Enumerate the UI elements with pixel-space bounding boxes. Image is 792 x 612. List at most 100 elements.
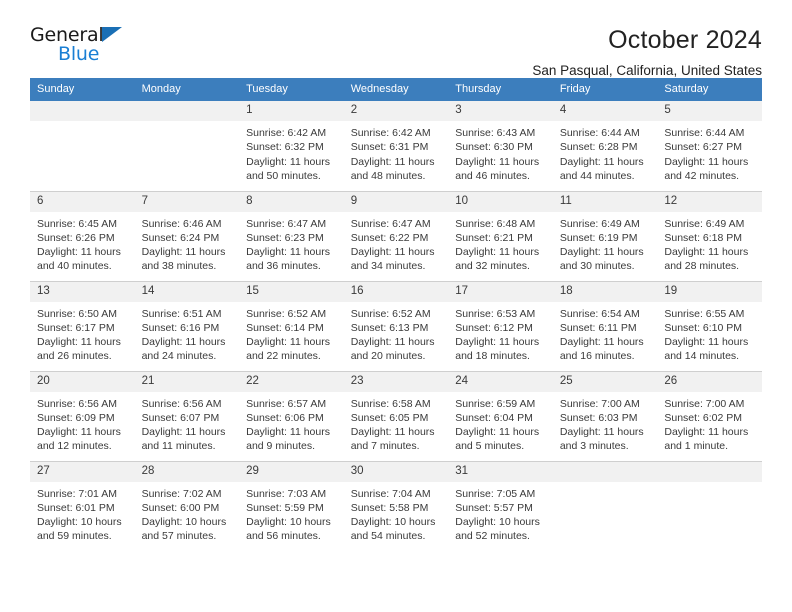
calendar-cell-day[interactable]: 3 Sunrise: 6:43 AM Sunset: 6:30 PM Daylight… (448, 101, 553, 191)
info-line-sunset: Sunset: 6:03 PM (559, 411, 638, 424)
info-line-sunrise: Sunrise: 6:59 AM (455, 397, 536, 410)
day-sun-info: Sunrise: 7:03 AM Sunset: 5:59 PM Daylight:… (239, 482, 344, 544)
day-cell: 28 Sunrise: 7:02 AM Sunset: 6:00 PM Dayligh… (134, 461, 240, 551)
calendar-cell-day[interactable]: 14 Sunrise: 6:51 AM Sunset: 6:16 PM Dayligh… (134, 280, 240, 371)
info-line-daylight1: Daylight: 10 hours (141, 516, 227, 529)
logo-text-blue: Blue (58, 43, 100, 65)
info-line-sunset: Sunset: 6:14 PM (246, 321, 324, 334)
day-number: 18 (552, 281, 658, 302)
page-title: October 2024 (608, 26, 762, 54)
info-line-sunset: Sunset: 6:07 PM (141, 411, 220, 424)
calendar-cell-day[interactable]: 6 Sunrise: 6:45 AM Sunset: 6:26 PM Daylight… (30, 190, 135, 281)
calendar-cell-day[interactable]: 26 Sunrise: 7:00 AM Sunset: 6:02 PM Dayligh… (657, 370, 762, 461)
info-line-sunrise: Sunrise: 7:04 AM (350, 487, 431, 500)
info-line-sunrise: Sunrise: 6:52 AM (350, 307, 431, 320)
info-line-sunset: Sunset: 6:32 PM (246, 141, 324, 154)
info-line-daylight2: and 54 minutes. (350, 530, 426, 543)
info-line-sunset: Sunset: 6:11 PM (559, 321, 637, 334)
day-number: 1 (239, 101, 344, 121)
info-line-sunrise: Sunrise: 6:44 AM (559, 127, 640, 139)
info-line-sunset: Sunset: 6:13 PM (350, 321, 429, 334)
calendar-week-row: 27 Sunrise: 7:01 AM Sunset: 6:01 PM Dayligh… (30, 460, 762, 551)
info-line-sunset: Sunset: 6:30 PM (455, 141, 533, 154)
info-line-sunrise: Sunrise: 6:50 AM (37, 307, 117, 320)
info-line-daylight2: and 1 minute. (664, 440, 729, 453)
day-sun-info: Sunrise: 6:47 AM Sunset: 6:22 PM Daylight:… (344, 212, 449, 274)
day-sun-info: Sunrise: 7:00 AM Sunset: 6:02 PM Daylight:… (657, 392, 762, 454)
calendar-cell-day[interactable]: 17 Sunrise: 6:53 AM Sunset: 6:12 PM Dayligh… (448, 280, 553, 371)
calendar-cell-day[interactable]: 18 Sunrise: 6:54 AM Sunset: 6:11 PM Dayligh… (552, 280, 658, 371)
calendar-week-row: 1 Sunrise: 6:42 AM Sunset: 6:32 PM Daylight… (30, 101, 762, 191)
info-line-daylight2: and 40 minutes. (37, 260, 112, 273)
calendar-cell-day[interactable]: 15 Sunrise: 6:52 AM Sunset: 6:14 PM Dayligh… (239, 280, 344, 371)
calendar-cell-day[interactable]: 24 Sunrise: 6:59 AM Sunset: 6:04 PM Dayligh… (448, 370, 553, 461)
general-blue-logo[interactable]: General Blue (30, 26, 134, 72)
info-line-daylight2: and 36 minutes. (246, 260, 321, 273)
info-line-daylight1: Daylight: 11 hours (246, 426, 330, 439)
info-line-sunrise: Sunrise: 6:54 AM (559, 307, 640, 320)
day-cell: 9 Sunrise: 6:47 AM Sunset: 6:22 PM Daylight… (343, 191, 449, 281)
calendar-cell-empty (134, 101, 240, 191)
info-line-daylight1: Daylight: 11 hours (559, 155, 644, 168)
calendar-cell-day[interactable]: 19 Sunrise: 6:55 AM Sunset: 6:10 PM Dayligh… (657, 280, 762, 371)
calendar-cell-day[interactable]: 23 Sunrise: 6:58 AM Sunset: 6:05 PM Dayligh… (343, 370, 449, 461)
info-line-sunset: Sunset: 6:21 PM (455, 231, 533, 244)
calendar-cell-day[interactable]: 1 Sunrise: 6:42 AM Sunset: 6:32 PM Daylight… (239, 101, 344, 191)
calendar-cell-day[interactable]: 22 Sunrise: 6:57 AM Sunset: 6:06 PM Dayligh… (239, 370, 344, 461)
info-line-daylight1: Daylight: 11 hours (664, 246, 749, 259)
info-line-daylight1: Daylight: 10 hours (37, 516, 122, 529)
day-number (30, 101, 135, 121)
info-line-daylight2: and 48 minutes. (350, 169, 426, 182)
calendar-cell-day[interactable]: 21 Sunrise: 6:56 AM Sunset: 6:07 PM Dayligh… (134, 370, 240, 461)
calendar-cell-day[interactable]: 27 Sunrise: 7:01 AM Sunset: 6:01 PM Dayligh… (30, 460, 135, 551)
day-sun-info: Sunrise: 6:49 AM Sunset: 6:19 PM Daylight:… (553, 212, 658, 274)
info-line-sunset: Sunset: 6:26 PM (37, 231, 115, 244)
calendar-cell-day[interactable]: 25 Sunrise: 7:00 AM Sunset: 6:03 PM Dayligh… (552, 370, 658, 461)
day-number: 29 (239, 461, 344, 482)
calendar-cell-day[interactable]: 12 Sunrise: 6:49 AM Sunset: 6:18 PM Dayligh… (657, 190, 762, 281)
calendar-cell-day[interactable]: 9 Sunrise: 6:47 AM Sunset: 6:22 PM Daylight… (343, 190, 449, 281)
day-number: 8 (239, 191, 344, 212)
calendar-cell-day[interactable]: 30 Sunrise: 7:04 AM Sunset: 5:58 PM Dayligh… (343, 460, 449, 551)
calendar-header-row: Sunday Monday Tuesday Wednesday Thursday Frid… (30, 78, 762, 101)
info-line-sunrise: Sunrise: 6:53 AM (455, 307, 536, 320)
info-line-sunrise: Sunrise: 7:05 AM (455, 487, 536, 500)
info-line-sunrise: Sunrise: 6:56 AM (37, 397, 117, 410)
day-sun-info: Sunrise: 6:45 AM Sunset: 6:26 PM Daylight:… (30, 212, 135, 274)
calendar-cell-day[interactable]: 4 Sunrise: 6:44 AM Sunset: 6:28 PM Daylight… (552, 101, 658, 191)
calendar-cell-day[interactable]: 20 Sunrise: 6:56 AM Sunset: 6:09 PM Dayligh… (30, 370, 135, 461)
calendar-cell-empty (30, 101, 135, 191)
info-line-daylight1: Daylight: 11 hours (37, 246, 121, 259)
calendar-cell-day[interactable]: 31 Sunrise: 7:05 AM Sunset: 5:57 PM Dayligh… (448, 460, 553, 551)
calendar-cell-day[interactable]: 29 Sunrise: 7:03 AM Sunset: 5:59 PM Dayligh… (239, 460, 344, 551)
day-cell: 8 Sunrise: 6:47 AM Sunset: 6:23 PM Daylight… (239, 191, 344, 281)
calendar-cell-day[interactable]: 16 Sunrise: 6:52 AM Sunset: 6:13 PM Dayligh… (343, 280, 449, 371)
info-line-daylight2: and 32 minutes. (455, 260, 530, 273)
calendar-cell-day[interactable]: 8 Sunrise: 6:47 AM Sunset: 6:23 PM Daylight… (239, 190, 344, 281)
day-number: 14 (134, 281, 240, 302)
info-line-daylight2: and 34 minutes. (350, 260, 426, 273)
day-cell: 26 Sunrise: 7:00 AM Sunset: 6:02 PM Dayligh… (657, 371, 762, 461)
calendar-cell-day[interactable]: 7 Sunrise: 6:46 AM Sunset: 6:24 PM Daylight… (134, 190, 240, 281)
day-sun-info: Sunrise: 6:58 AM Sunset: 6:05 PM Daylight:… (344, 392, 449, 454)
info-line-daylight1: Daylight: 10 hours (455, 516, 540, 529)
info-line-daylight2: and 52 minutes. (455, 530, 530, 543)
day-sun-info: Sunrise: 7:01 AM Sunset: 6:01 PM Daylight:… (30, 482, 135, 544)
calendar-cell-day[interactable]: 2 Sunrise: 6:42 AM Sunset: 6:31 PM Daylight… (343, 101, 449, 191)
calendar-cell-day[interactable]: 10 Sunrise: 6:48 AM Sunset: 6:21 PM Dayligh… (448, 190, 553, 281)
calendar-cell-day[interactable]: 11 Sunrise: 6:49 AM Sunset: 6:19 PM Dayligh… (552, 190, 658, 281)
title-block: October 2024 San Pasqual, California, Un… (134, 26, 762, 79)
info-line-daylight2: and 59 minutes. (37, 530, 112, 543)
day-cell (657, 461, 762, 551)
day-sun-info: Sunrise: 6:59 AM Sunset: 6:04 PM Daylight:… (448, 392, 553, 454)
day-number: 30 (343, 461, 449, 482)
day-sun-info: Sunrise: 6:46 AM Sunset: 6:24 PM Daylight:… (135, 212, 240, 274)
calendar-cell-day[interactable]: 5 Sunrise: 6:44 AM Sunset: 6:27 PM Daylight… (657, 101, 762, 191)
calendar-cell-day[interactable]: 13 Sunrise: 6:50 AM Sunset: 6:17 PM Dayligh… (30, 280, 135, 371)
info-line-daylight1: Daylight: 11 hours (455, 246, 540, 259)
info-line-sunset: Sunset: 6:00 PM (141, 501, 220, 514)
logo-triangle-icon (102, 27, 122, 42)
calendar-cell-day[interactable]: 28 Sunrise: 7:02 AM Sunset: 6:00 PM Dayligh… (134, 460, 240, 551)
day-number: 31 (448, 461, 553, 482)
day-number: 11 (552, 191, 658, 212)
